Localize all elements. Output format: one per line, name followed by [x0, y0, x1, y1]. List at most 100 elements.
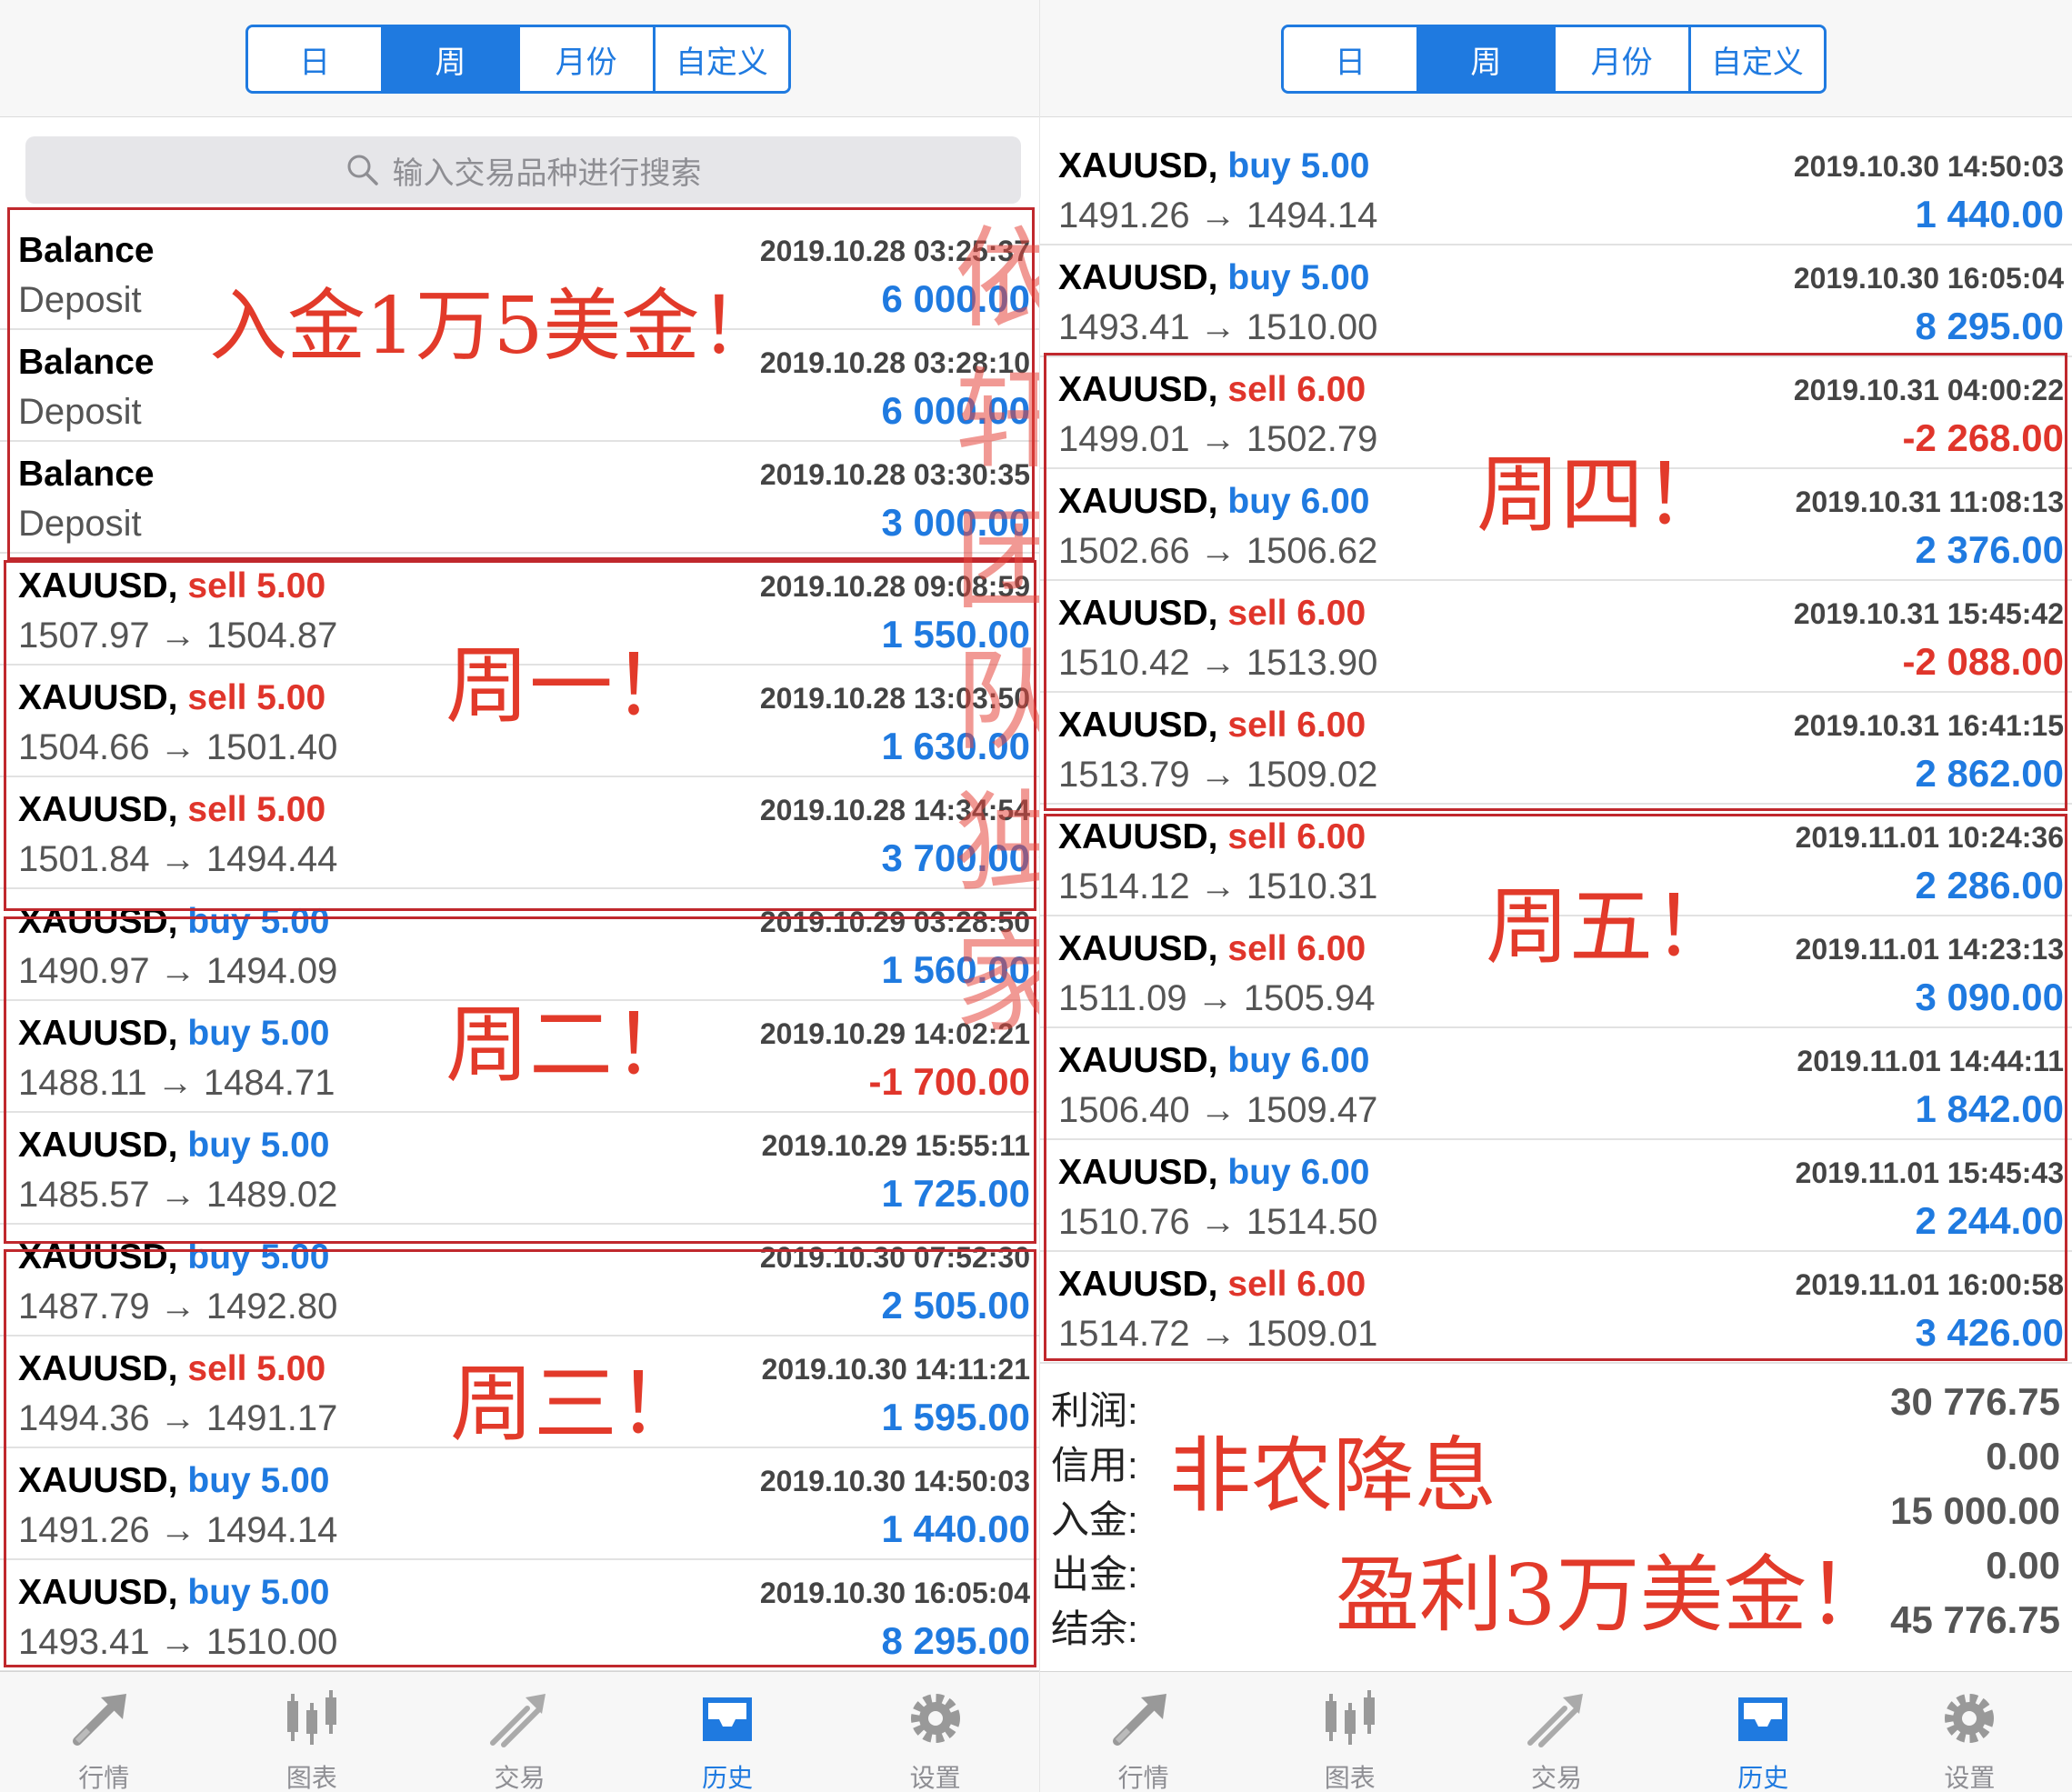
period-segmented-control: 日 周 月份 自定义: [245, 25, 791, 94]
trade-prices: 1485.57 → 1489.02: [18, 1175, 338, 1215]
symbol-name: XAUUSD,: [18, 1349, 178, 1388]
table-row[interactable]: XAUUSD, buy 5.00 1493.41 → 1510.00 2019.10…: [0, 1560, 1039, 1672]
trade-symbol: XAUUSD, buy 5.00: [1058, 258, 1369, 298]
nfp-annotation: 非农降息: [1169, 1428, 1496, 1524]
tab-month[interactable]: 月份: [1555, 27, 1691, 91]
table-row[interactable]: XAUUSD, sell 6.00 1514.72 → 1509.01 2019.1…: [1040, 1252, 2072, 1364]
trade-profit: -1 700.00: [868, 1060, 1030, 1103]
trade-lots: 5.00: [1300, 146, 1370, 185]
trade-prices: 1510.76 → 1514.50: [1058, 1202, 1378, 1242]
trade-lots: 5.00: [1300, 258, 1370, 297]
tab-month[interactable]: 月份: [519, 27, 656, 91]
tab-week[interactable]: 周: [384, 27, 520, 91]
trade-lots: 5.00: [260, 1126, 330, 1165]
table-row[interactable]: XAUUSD, buy 5.00 1493.41 → 1510.00 2019.10…: [1040, 245, 2072, 357]
tab-chart[interactable]: 图表: [208, 1672, 416, 1792]
table-row[interactable]: XAUUSD, buy 6.00 1510.76 → 1514.50 2019.11…: [1040, 1140, 2072, 1252]
trade-lots: 6.00: [1296, 370, 1366, 409]
symbol-name: Balance: [18, 455, 155, 494]
trade-profit: -2 268.00: [1902, 416, 2064, 459]
tab-label: 设置: [909, 1764, 961, 1792]
trade-symbol: XAUUSD, buy 6.00: [1058, 1153, 1369, 1193]
trade-symbol: XAUUSD, buy 6.00: [1058, 482, 1369, 522]
tab-history[interactable]: 历史: [624, 1672, 832, 1792]
table-row[interactable]: XAUUSD, buy 5.00 1491.26 → 1494.14 2019.10…: [1040, 134, 2072, 245]
trade-direction: sell: [187, 678, 247, 717]
period-segmented-control: 日 周 月份 自定义: [1281, 25, 1827, 94]
trade-lots: 5.00: [260, 902, 330, 941]
tab-day[interactable]: 日: [1284, 27, 1420, 91]
trade-profit: 2 376.00: [1915, 528, 2065, 571]
tab-chart[interactable]: 图表: [1246, 1672, 1453, 1792]
summary-value: 45 776.75: [1890, 1598, 2060, 1641]
table-row[interactable]: XAUUSD, buy 5.00 1487.79 → 1492.80 2019.10…: [0, 1225, 1039, 1336]
trade-time: 2019.10.31 04:00:22: [1793, 374, 2064, 406]
deposit-annotation: 入金1万5美金！: [209, 281, 778, 372]
trade-prices: 1513.79 → 1509.02: [1058, 755, 1378, 795]
trade-symbol: Balance: [18, 455, 155, 495]
trade-time: 2019.10.30 14:11:21: [761, 1353, 1030, 1386]
search-input[interactable]: 输入交易品种进行搜索: [25, 136, 1021, 204]
trade-direction: buy: [187, 1573, 251, 1612]
tab-quotes[interactable]: 行情: [1040, 1672, 1246, 1792]
table-row[interactable]: XAUUSD, sell 6.00 1513.79 → 1509.02 2019.1…: [1040, 693, 2072, 805]
trade-prices: 1501.84 → 1494.44: [18, 839, 338, 879]
trade-prices: 1499.01 → 1502.79: [1058, 419, 1378, 459]
watermark: 依轩团队独家: [955, 216, 1039, 1047]
tab-history[interactable]: 历史: [1660, 1672, 1867, 1792]
wednesday-annotation: 周三！: [450, 1356, 702, 1453]
settings-icon: [1936, 1688, 2003, 1748]
symbol-name: XAUUSD,: [1058, 594, 1218, 633]
tab-label: 图表: [1324, 1764, 1376, 1792]
symbol-name: XAUUSD,: [1058, 1153, 1218, 1192]
trade-lots: 5.00: [256, 1349, 326, 1388]
symbol-name: XAUUSD,: [1058, 929, 1218, 968]
summary-value: 0.00: [1986, 1544, 2060, 1587]
symbol-name: XAUUSD,: [1058, 1041, 1218, 1080]
table-row[interactable]: Balance Deposit 2019.10.28 03:30:35 3 000.0…: [0, 442, 1039, 554]
tab-custom[interactable]: 自定义: [655, 27, 788, 91]
trade-direction: buy: [1227, 1153, 1291, 1192]
bottom-tab-bar: 行情 图表 交易 历史 设置: [0, 1671, 1039, 1792]
trade-symbol: XAUUSD, sell 6.00: [1058, 706, 1366, 746]
tab-week[interactable]: 周: [1419, 27, 1556, 91]
trade-profit: 3 426.00: [1915, 1311, 2065, 1354]
trade-profit: 3 090.00: [1915, 976, 2065, 1018]
trade-prices: 1511.09 → 1505.94: [1058, 978, 1376, 1018]
trade-profit: 2 244.00: [1915, 1199, 2065, 1242]
chart-icon: [1316, 1688, 1384, 1748]
table-row[interactable]: XAUUSD, sell 5.00 1501.84 → 1494.44 2019.1…: [0, 777, 1039, 889]
trade-prices: 1510.42 → 1513.90: [1058, 643, 1378, 683]
trade-lots: 6.00: [1300, 1041, 1370, 1080]
trade-symbol: XAUUSD, sell 6.00: [1058, 1265, 1366, 1305]
trade-icon: [1523, 1688, 1590, 1748]
tab-settings[interactable]: 设置: [831, 1672, 1039, 1792]
quotes-icon: [70, 1688, 137, 1748]
trade-lots: 6.00: [1296, 706, 1366, 745]
trade-direction: buy: [1227, 1041, 1291, 1080]
trade-history-list: XAUUSD, buy 5.00 1491.26 → 1494.14 2019.10…: [1040, 134, 2072, 1364]
tab-custom[interactable]: 自定义: [1690, 27, 1824, 91]
table-row[interactable]: XAUUSD, buy 5.00 1485.57 → 1489.02 2019.10…: [0, 1113, 1039, 1225]
trade-prices: Deposit: [18, 504, 142, 544]
tab-label: 行情: [78, 1764, 130, 1792]
symbol-name: XAUUSD,: [18, 1126, 178, 1165]
tab-trade[interactable]: 交易: [415, 1672, 624, 1792]
trade-lots: 6.00: [1296, 929, 1366, 968]
trade-time: 2019.11.01 15:45:43: [1795, 1156, 2064, 1189]
tab-quotes[interactable]: 行情: [0, 1672, 208, 1792]
trade-direction: sell: [187, 566, 247, 606]
trade-prices: Deposit: [18, 392, 142, 432]
trade-prices: 1488.11 → 1484.71: [18, 1063, 335, 1103]
table-row[interactable]: XAUUSD, buy 5.00 1491.26 → 1494.14 2019.10…: [0, 1448, 1039, 1560]
search-icon: [347, 155, 378, 185]
summary-label: 结余:: [1051, 1607, 1138, 1650]
profit-annotation: 盈利3万美金！: [1336, 1547, 1891, 1644]
table-row[interactable]: XAUUSD, buy 6.00 1506.40 → 1509.47 2019.11…: [1040, 1028, 2072, 1140]
tab-day[interactable]: 日: [248, 27, 385, 91]
symbol-name: XAUUSD,: [1058, 370, 1218, 409]
tab-trade[interactable]: 交易: [1453, 1672, 1659, 1792]
table-row[interactable]: XAUUSD, sell 6.00 1510.42 → 1513.90 2019.1…: [1040, 581, 2072, 693]
trade-direction: buy: [1227, 482, 1291, 521]
tab-settings[interactable]: 设置: [1867, 1672, 2072, 1792]
